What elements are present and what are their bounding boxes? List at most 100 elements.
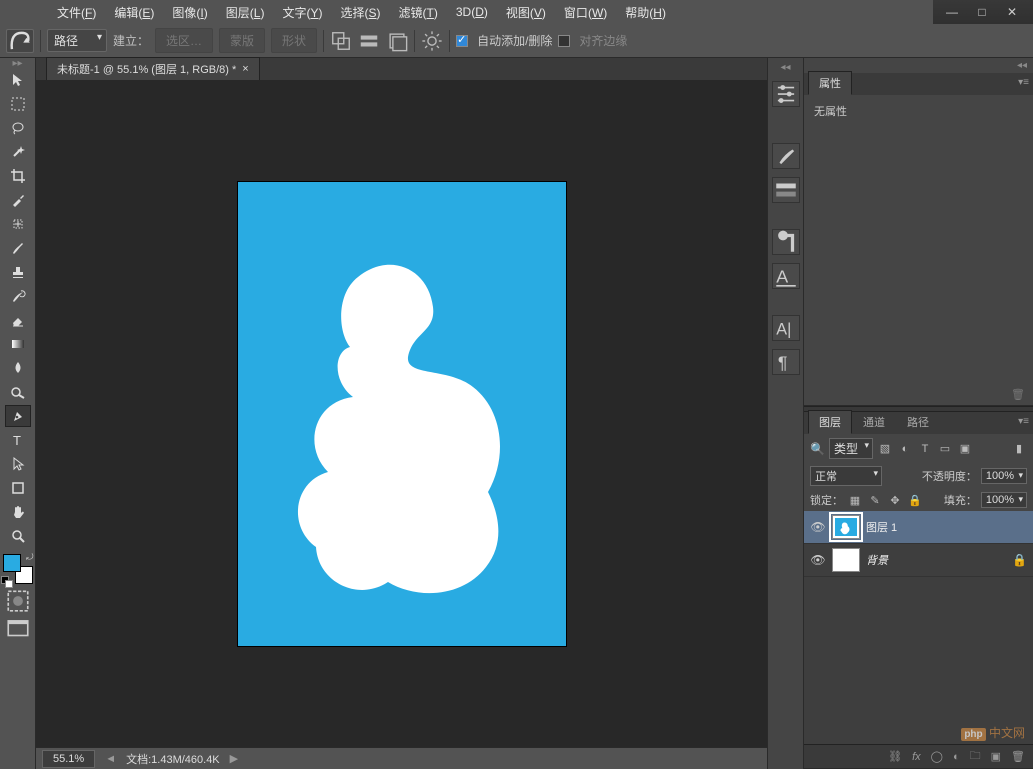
make-mask-button[interactable]: 蒙版 bbox=[219, 28, 265, 53]
menu-type[interactable]: 文字(Y) bbox=[273, 0, 331, 25]
filter-type-icon[interactable]: T bbox=[917, 442, 933, 456]
move-tool[interactable] bbox=[5, 69, 31, 91]
lasso-tool[interactable] bbox=[5, 117, 31, 139]
shape-tool[interactable] bbox=[5, 477, 31, 499]
current-tool-icon[interactable] bbox=[6, 29, 34, 53]
pen-mode-select[interactable]: 路径 bbox=[47, 29, 107, 52]
status-menu-icon[interactable]: ▶ bbox=[230, 752, 238, 765]
toolbox-grip[interactable]: ▸▸ bbox=[3, 62, 33, 68]
path-select-tool[interactable] bbox=[5, 453, 31, 475]
history-brush-tool[interactable] bbox=[5, 285, 31, 307]
layer-filter-select[interactable]: 类型 bbox=[829, 438, 873, 459]
dock-styles-icon[interactable]: A| bbox=[772, 315, 800, 341]
menu-view[interactable]: 视图(V) bbox=[497, 0, 555, 25]
pen-tool[interactable] bbox=[5, 405, 31, 427]
zoom-tool[interactable] bbox=[5, 525, 31, 547]
blur-tool[interactable] bbox=[5, 357, 31, 379]
filter-pixel-icon[interactable]: ▧ bbox=[877, 442, 893, 456]
default-colors-icon[interactable] bbox=[1, 576, 9, 586]
paths-tab[interactable]: 路径 bbox=[896, 410, 940, 434]
layer-row[interactable]: 👁 图层 1 bbox=[804, 511, 1033, 544]
layer-fx-icon[interactable]: fx bbox=[912, 751, 921, 763]
trash-icon[interactable]: 🗑 bbox=[1011, 388, 1025, 401]
layer-thumbnail[interactable] bbox=[832, 515, 860, 539]
align-edges-checkbox[interactable] bbox=[558, 35, 570, 47]
fill-field[interactable]: 100% bbox=[981, 492, 1027, 508]
dock-swatches-icon[interactable] bbox=[772, 177, 800, 203]
eraser-tool[interactable] bbox=[5, 309, 31, 331]
layer-row[interactable]: 👁 背景 🔒 bbox=[804, 544, 1033, 577]
gradient-tool[interactable] bbox=[5, 333, 31, 355]
lock-all-icon[interactable]: 🔒 bbox=[907, 493, 923, 507]
layer-name[interactable]: 背景 bbox=[866, 552, 888, 568]
color-swatches[interactable]: ⤾ bbox=[3, 554, 33, 584]
dock-paragraph-icon[interactable] bbox=[772, 229, 800, 255]
close-tab-icon[interactable]: × bbox=[242, 63, 248, 75]
link-layers-icon[interactable]: ⛓ bbox=[888, 750, 902, 763]
dock-paragraph2-icon[interactable]: ¶ bbox=[772, 349, 800, 375]
menu-filter[interactable]: 滤镜(T) bbox=[390, 0, 447, 25]
filter-shape-icon[interactable]: ▭ bbox=[937, 442, 953, 456]
menu-select[interactable]: 选择(S) bbox=[331, 0, 389, 25]
properties-tab[interactable]: 属性 bbox=[808, 71, 852, 95]
layer-mask-icon[interactable]: ◯ bbox=[931, 750, 943, 763]
crop-tool[interactable] bbox=[5, 165, 31, 187]
dock-brush-icon[interactable] bbox=[772, 143, 800, 169]
lock-transparency-icon[interactable]: ▦ bbox=[847, 493, 863, 507]
menu-window[interactable]: 窗口(W) bbox=[555, 0, 616, 25]
visibility-toggle[interactable]: 👁 bbox=[810, 553, 826, 567]
path-align-icon[interactable] bbox=[358, 30, 380, 52]
type-tool[interactable]: T bbox=[5, 429, 31, 451]
dodge-tool[interactable] bbox=[5, 381, 31, 403]
dock-adjustments-icon[interactable] bbox=[772, 81, 800, 107]
dock-grip[interactable]: ◂◂ bbox=[780, 62, 790, 73]
properties-menu-icon[interactable]: ▾≡ bbox=[1018, 77, 1029, 88]
stamp-tool[interactable] bbox=[5, 261, 31, 283]
make-shape-button[interactable]: 形状 bbox=[271, 28, 317, 53]
layer-thumbnail[interactable] bbox=[832, 548, 860, 572]
canvas[interactable] bbox=[238, 182, 566, 646]
menu-image[interactable]: 图像(I) bbox=[163, 0, 216, 25]
menu-3d[interactable]: 3D(D) bbox=[447, 1, 497, 23]
healing-tool[interactable] bbox=[5, 213, 31, 235]
minimize-button[interactable]: — bbox=[937, 4, 967, 20]
path-ops-combine-icon[interactable] bbox=[330, 30, 352, 52]
visibility-toggle[interactable]: 👁 bbox=[810, 520, 826, 534]
menu-layer[interactable]: 图层(L) bbox=[217, 0, 274, 25]
filter-toggle[interactable]: ▮ bbox=[1011, 442, 1027, 456]
dock-character-icon[interactable]: A bbox=[772, 263, 800, 289]
new-layer-icon[interactable]: ▣ bbox=[991, 750, 1001, 763]
auto-add-delete-checkbox[interactable] bbox=[456, 35, 468, 47]
document-tab[interactable]: 未标题-1 @ 55.1% (图层 1, RGB/8) * × bbox=[46, 57, 260, 80]
close-button[interactable]: ✕ bbox=[997, 4, 1027, 20]
zoom-field[interactable]: 55.1% bbox=[42, 750, 95, 768]
lock-paint-icon[interactable]: ✎ bbox=[867, 493, 883, 507]
hand-tool[interactable] bbox=[5, 501, 31, 523]
magic-wand-tool[interactable] bbox=[5, 141, 31, 163]
screen-mode-button[interactable] bbox=[5, 618, 31, 640]
menu-file[interactable]: 文件(F) bbox=[48, 0, 105, 25]
status-prev-icon[interactable]: ◄ bbox=[105, 753, 116, 765]
new-fill-icon[interactable]: ◐ bbox=[953, 751, 960, 763]
delete-layer-icon[interactable]: 🗑 bbox=[1011, 750, 1025, 763]
make-selection-button[interactable]: 选区… bbox=[155, 28, 213, 53]
layers-tab[interactable]: 图层 bbox=[808, 410, 852, 434]
path-arrange-icon[interactable] bbox=[386, 30, 408, 52]
quick-mask-button[interactable] bbox=[5, 590, 31, 612]
layers-menu-icon[interactable]: ▾≡ bbox=[1018, 416, 1029, 427]
opacity-field[interactable]: 100% bbox=[981, 468, 1027, 484]
lock-position-icon[interactable]: ✥ bbox=[887, 493, 903, 507]
filter-smart-icon[interactable]: ▣ bbox=[957, 442, 973, 456]
maximize-button[interactable]: □ bbox=[967, 4, 997, 20]
marquee-tool[interactable] bbox=[5, 93, 31, 115]
brush-tool[interactable] bbox=[5, 237, 31, 259]
eyedropper-tool[interactable] bbox=[5, 189, 31, 211]
canvas-viewport[interactable] bbox=[36, 80, 767, 747]
gear-icon[interactable] bbox=[421, 30, 443, 52]
foreground-color-swatch[interactable] bbox=[3, 554, 21, 572]
menu-help[interactable]: 帮助(H) bbox=[616, 0, 675, 25]
new-group-icon[interactable]: 🗀 bbox=[970, 747, 981, 766]
blend-mode-select[interactable]: 正常 bbox=[810, 466, 882, 486]
swap-colors-icon[interactable]: ⤾ bbox=[26, 552, 34, 563]
filter-adjust-icon[interactable]: ◐ bbox=[897, 442, 913, 456]
